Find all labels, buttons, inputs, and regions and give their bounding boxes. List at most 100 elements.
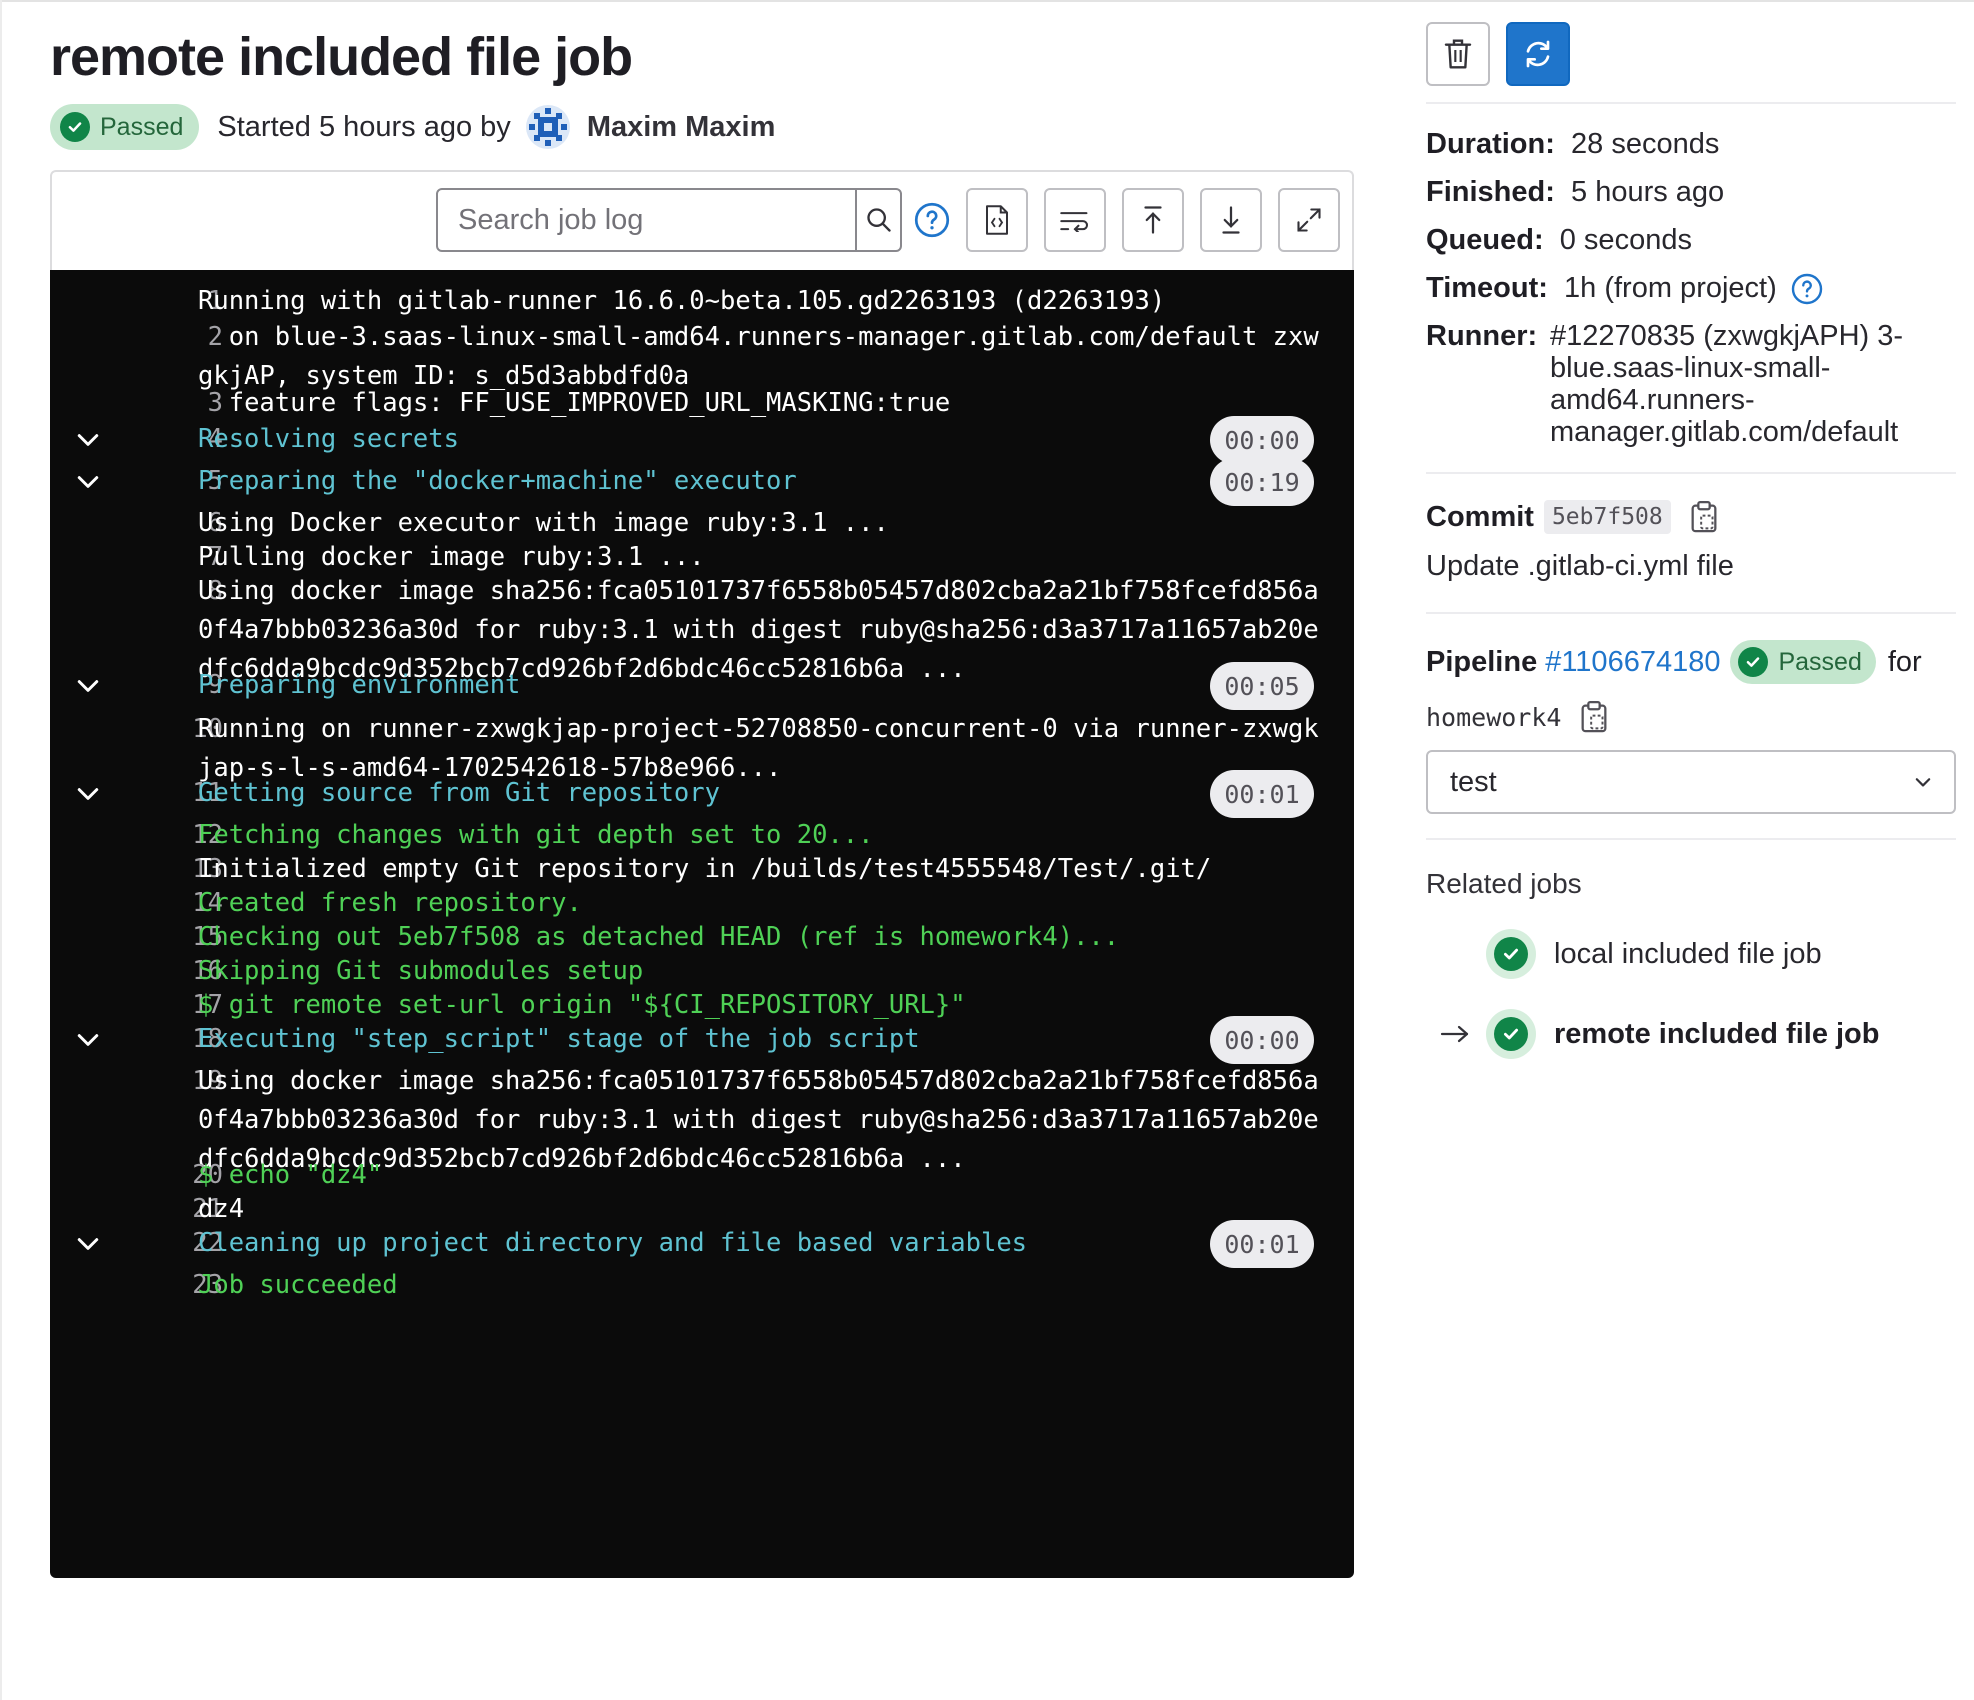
finished-value: 5 hours ago [1571, 176, 1725, 208]
log-text: Resolving secrets [198, 424, 459, 454]
timeout-label: Timeout: [1426, 272, 1548, 304]
job-title: remote included file job [50, 27, 633, 87]
job-status-icon [1486, 1009, 1536, 1059]
text-wrap-icon [1060, 212, 1089, 232]
help-icon[interactable] [914, 202, 950, 238]
maximize-icon [1297, 208, 1321, 232]
copy-commit-sha-icon[interactable] [1689, 500, 1719, 534]
sidebar-divider [1426, 838, 1956, 840]
commit-row: Commit 5eb7f508 [1426, 500, 1719, 534]
retry-job-button[interactable] [1506, 22, 1570, 86]
finished-row: Finished: 5 hours ago [1426, 176, 1724, 208]
timeout-help-icon[interactable] [1791, 273, 1823, 305]
commit-message[interactable]: Update .gitlab-ci.yml file [1426, 550, 1734, 583]
job-log-toolbar [50, 170, 1354, 270]
related-job-item[interactable]: local included file job [1426, 926, 1956, 982]
log-text: Preparing environment [198, 670, 521, 700]
finished-label: Finished: [1426, 176, 1555, 208]
section-duration-badge: 00:01 [1210, 770, 1314, 818]
timeout-value: 1h (from project) [1564, 272, 1777, 304]
chevron-down-icon[interactable] [74, 426, 102, 454]
job-log-output: 1 Running with gitlab-runner 16.6.0~beta.… [50, 270, 1354, 1578]
queued-row: Queued: 0 seconds [1426, 224, 1692, 256]
duration-value: 28 seconds [1571, 128, 1720, 160]
chevron-down-icon[interactable] [74, 672, 102, 700]
pipeline-status-badge[interactable]: Passed [1730, 640, 1876, 684]
pipeline-label: Pipeline [1426, 645, 1538, 678]
started-text: Started 5 hours ago by [217, 110, 511, 143]
pipeline-status-label: Passed [1778, 647, 1862, 676]
check-circle-icon [1494, 1017, 1528, 1051]
arrow-down-icon [1222, 206, 1240, 234]
chevron-down-icon[interactable] [74, 780, 102, 808]
log-text: Preparing the "docker+machine" executor [198, 466, 797, 496]
log-text: feature flags: FF_USE_IMPROVED_URL_MASKI… [198, 388, 951, 418]
branch-name[interactable]: homework4 [1426, 703, 1561, 732]
commit-label: Commit [1426, 500, 1534, 533]
queued-value: 0 seconds [1559, 224, 1692, 256]
left-border [0, 0, 2, 1700]
commit-sha[interactable]: 5eb7f508 [1543, 500, 1671, 534]
section-duration-badge: 00:00 [1210, 416, 1314, 464]
branch-row: homework4 [1426, 700, 1609, 734]
related-job-name: local included file job [1554, 937, 1822, 970]
related-jobs-title: Related jobs [1426, 868, 1582, 899]
log-text: Getting source from Git repository [198, 778, 720, 808]
pipeline-link[interactable]: #1106674180 [1545, 646, 1720, 679]
job-log-panel: 1Running with gitlab-runner 16.6.0~beta.… [50, 170, 1354, 1578]
related-job-name: remote included file job [1554, 1017, 1880, 1050]
sidebar-divider [1426, 102, 1956, 104]
author-name[interactable]: Maxim Maxim [587, 111, 776, 144]
show-raw-log-button[interactable] [966, 188, 1028, 252]
job-status-label: Passed [100, 112, 184, 141]
section-duration-badge: 00:05 [1210, 662, 1314, 710]
job-status-icon [1486, 929, 1536, 979]
search-job-log [436, 188, 902, 252]
chevron-down-icon[interactable] [74, 1230, 102, 1258]
retry-icon [1526, 40, 1550, 68]
runner-label: Runner: [1426, 320, 1538, 352]
log-text: Job succeeded [198, 1270, 398, 1300]
pipeline-row: Pipeline #1106674180 Passed for [1426, 640, 1922, 684]
user-avatar[interactable] [525, 104, 571, 150]
top-border [0, 0, 1974, 6]
log-text: Running with gitlab-runner 16.6.0~beta.1… [198, 286, 1166, 316]
timeout-row: Timeout: 1h (from project) [1426, 272, 1823, 305]
chevron-down-icon[interactable] [74, 468, 102, 496]
search-icon [866, 208, 891, 232]
arrow-right-icon [1426, 1024, 1486, 1044]
stage-selected-value: test [1450, 765, 1497, 798]
trash-icon [1444, 39, 1472, 69]
erase-job-button[interactable] [1426, 22, 1490, 86]
pipeline-for-text: for [1887, 645, 1922, 678]
search-job-log-input[interactable] [438, 190, 855, 250]
toggle-wrap-button[interactable] [1044, 188, 1106, 252]
section-duration-badge: 00:00 [1210, 1016, 1314, 1064]
raw-file-icon [986, 205, 1008, 235]
related-job-item-current[interactable]: remote included file job [1426, 1006, 1956, 1062]
queued-label: Queued: [1426, 224, 1544, 256]
runner-value: #12270835 (zxwgkjAPH) 3-blue.saas-linux-… [1550, 320, 1904, 448]
sidebar-divider [1426, 472, 1956, 474]
duration-row: Duration: 28 seconds [1426, 128, 1719, 160]
search-button[interactable] [855, 190, 900, 250]
copy-branch-icon[interactable] [1579, 700, 1609, 734]
check-circle-icon [1738, 647, 1769, 677]
duration-label: Duration: [1426, 128, 1555, 160]
chevron-down-icon[interactable] [74, 1026, 102, 1054]
section-duration-badge: 00:01 [1210, 1220, 1314, 1268]
sidebar-divider [1426, 612, 1956, 614]
chevron-down-icon [1915, 778, 1931, 787]
job-status-badge[interactable]: Passed [50, 104, 200, 150]
fullscreen-button[interactable] [1278, 188, 1340, 252]
log-text: Executing "step_script" stage of the job… [198, 1024, 920, 1054]
job-meta: Passed Started 5 hours ago by Maxim Maxi… [50, 103, 775, 151]
log-text: Cleaning up project directory and file b… [198, 1228, 1028, 1258]
stage-dropdown[interactable]: test [1426, 750, 1956, 814]
check-circle-icon [1494, 937, 1528, 971]
scroll-to-top-button[interactable] [1122, 188, 1184, 252]
section-duration-badge: 00:19 [1210, 458, 1314, 506]
scroll-to-bottom-button[interactable] [1200, 188, 1262, 252]
arrow-up-icon [1144, 206, 1162, 234]
check-circle-icon [60, 112, 90, 142]
